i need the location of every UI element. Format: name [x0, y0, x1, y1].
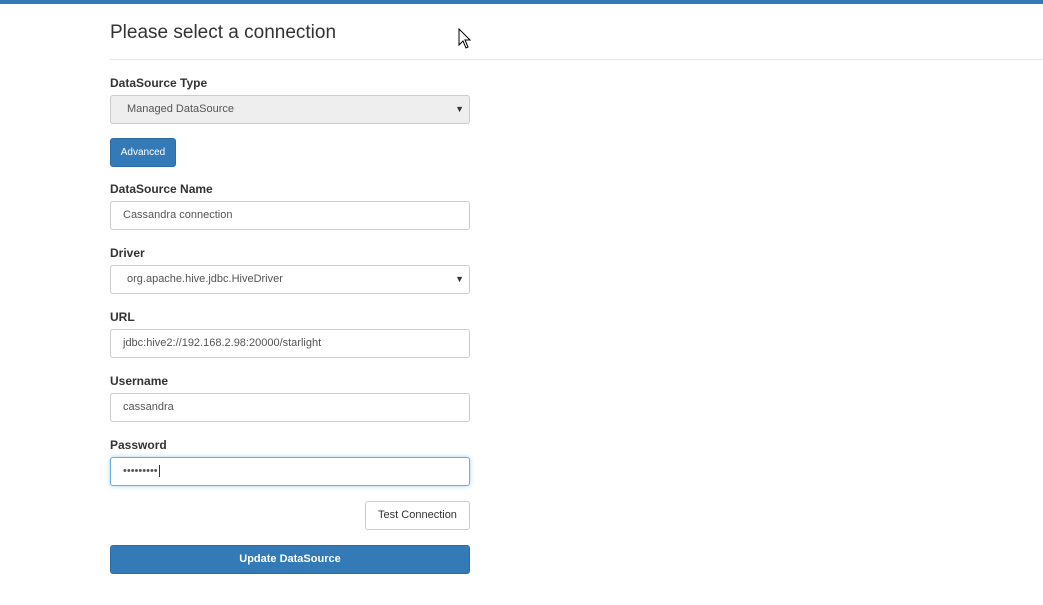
password-value-wrapper: •••••••••	[123, 458, 160, 485]
update-datasource-button[interactable]: Update DataSource	[110, 545, 470, 574]
password-masked-value: •••••••••	[123, 465, 158, 477]
username-value: cassandra	[123, 401, 174, 413]
password-label: Password	[110, 438, 167, 452]
page-title: Please select a connection	[110, 22, 337, 43]
driver-label: Driver	[110, 246, 145, 260]
datasource-name-label: DataSource Name	[110, 182, 213, 196]
title-divider	[110, 59, 1043, 60]
username-input[interactable]: cassandra	[110, 393, 470, 422]
datasource-name-input[interactable]: Cassandra connection	[110, 201, 470, 230]
driver-select[interactable]: org.apache.hive.jdbc.HiveDriver ▼	[110, 265, 470, 294]
url-input[interactable]: jdbc:hive2://192.168.2.98:20000/starligh…	[110, 329, 470, 358]
url-value: jdbc:hive2://192.168.2.98:20000/starligh…	[123, 337, 322, 349]
chevron-down-icon: ▼	[455, 104, 464, 114]
chevron-down-icon: ▼	[455, 274, 464, 284]
mouse-pointer-icon	[458, 27, 472, 55]
test-connection-button[interactable]: Test Connection	[365, 501, 470, 530]
password-input[interactable]: •••••••••	[110, 457, 470, 486]
datasource-type-value: Managed DataSource	[127, 103, 235, 115]
datasource-type-label: DataSource Type	[110, 76, 208, 90]
datasource-name-value: Cassandra connection	[123, 209, 233, 221]
advanced-button[interactable]: Advanced	[110, 138, 176, 167]
driver-value: org.apache.hive.jdbc.HiveDriver	[127, 273, 283, 285]
datasource-type-select[interactable]: Managed DataSource ▼	[110, 95, 470, 124]
username-label: Username	[110, 374, 169, 388]
top-accent-bar	[0, 0, 1043, 4]
text-caret	[158, 465, 160, 478]
url-label: URL	[110, 310, 135, 324]
